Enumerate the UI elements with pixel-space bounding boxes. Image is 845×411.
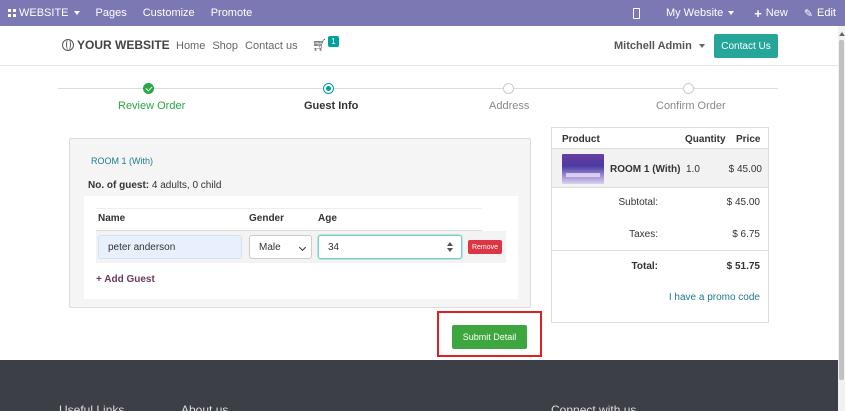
chevron-down-icon <box>73 11 80 15</box>
guest-count-label: No. of guest: <box>88 180 150 191</box>
admin-bar: WEBSITE Pages Customize Promote My Websi… <box>0 0 845 26</box>
step-address: Address <box>489 100 530 112</box>
order-summary: Product Quantity Price ROOM 1 (With) 1.0… <box>551 127 769 323</box>
contact-us-button[interactable]: Contact Us <box>714 34 778 58</box>
summary-product-header: Product <box>562 134 600 145</box>
customize-menu[interactable]: Customize <box>135 0 203 26</box>
guest-age-input[interactable]: 34 <box>318 235 462 259</box>
main-nav: Home Shop Contact us <box>176 40 298 52</box>
chevron-down-icon <box>298 243 307 252</box>
step-confirm-order: Confirm Order <box>656 100 726 112</box>
page-scrollbar[interactable] <box>838 26 845 411</box>
cart-count-badge: 1 <box>328 36 339 47</box>
progress-track <box>58 88 778 89</box>
promo-code-link[interactable]: I have a promo code <box>669 292 760 303</box>
footer-connect-heading: Connect with us <box>551 403 637 411</box>
my-website-menu[interactable]: My Website <box>652 0 742 26</box>
summary-item-divider <box>552 187 768 188</box>
site-header: YOUR WEBSITE Home Shop Contact us 🛒︎ 1 M… <box>0 26 838 66</box>
guest-name-input[interactable]: peter anderson <box>98 235 242 259</box>
submit-detail-button[interactable]: Submit Detail <box>452 325 527 349</box>
subtotal-label: Subtotal: <box>618 197 658 208</box>
summary-item-name: ROOM 1 (With) <box>610 164 681 175</box>
remove-guest-button[interactable]: Remove <box>468 240 502 254</box>
taxes-value: $ 6.75 <box>732 229 760 240</box>
step-guest-info-dot <box>323 83 334 94</box>
summary-item-price: $ 45.00 <box>728 164 762 175</box>
scrollbar-thumb[interactable] <box>839 40 844 380</box>
subtotal-value: $ 45.00 <box>726 197 760 208</box>
footer-about-us-heading: About us <box>181 403 229 411</box>
age-value: 34 <box>328 241 340 253</box>
site-footer: Useful Links About us Connect with us <box>0 360 838 411</box>
website-menu[interactable]: WEBSITE <box>0 0 88 26</box>
summary-quantity-header: Quantity <box>685 134 726 145</box>
chevron-down-icon <box>698 44 705 48</box>
plus-icon: + <box>754 5 762 21</box>
taxes-label: Taxes: <box>629 229 658 240</box>
pencil-icon: ✎ <box>803 7 814 20</box>
room-title: ROOM 1 (With) <box>91 156 153 166</box>
website-menu-label: WEBSITE <box>19 7 69 19</box>
apps-grid-icon <box>8 9 16 17</box>
column-gender-header: Gender <box>249 213 285 224</box>
pages-menu[interactable]: Pages <box>88 0 135 26</box>
nav-home[interactable]: Home <box>176 40 205 52</box>
user-menu[interactable]: Mitchell Admin <box>614 40 705 52</box>
column-age-header: Age <box>318 213 337 224</box>
promote-menu[interactable]: Promote <box>203 0 261 26</box>
step-address-dot <box>503 83 514 94</box>
edit-button[interactable]: ✎ Edit <box>796 0 845 26</box>
edit-label: Edit <box>817 7 836 19</box>
nav-shop[interactable]: Shop <box>212 40 238 52</box>
add-guest-link[interactable]: + Add Guest <box>96 274 155 285</box>
step-review-order[interactable]: Review Order <box>118 100 185 112</box>
step-review-order-check-icon <box>143 83 154 94</box>
mobile-icon <box>632 7 640 19</box>
new-label: New <box>765 7 788 19</box>
spinner-down-icon[interactable] <box>447 248 453 252</box>
summary-item-qty: 1.0 <box>686 164 700 175</box>
guest-gender-select[interactable]: Male <box>249 235 312 259</box>
site-logo[interactable]: YOUR WEBSITE <box>62 38 170 52</box>
total-label: Total: <box>631 261 658 272</box>
step-guest-info: Guest Info <box>304 100 359 112</box>
step-confirm-order-dot <box>683 83 694 94</box>
summary-total-divider <box>552 250 768 251</box>
guest-count-value: 4 adults, 0 child <box>151 180 222 191</box>
nav-contact-us[interactable]: Contact us <box>245 40 298 52</box>
guest-count: No. of guest: 4 adults, 0 child <box>88 180 221 191</box>
chevron-down-icon <box>728 11 735 15</box>
total-value: $ 51.75 <box>726 261 760 272</box>
user-name: Mitchell Admin <box>614 40 692 52</box>
table-top-divider <box>96 208 482 209</box>
logo-text: YOUR WEBSITE <box>77 38 170 52</box>
scroll-up-icon[interactable] <box>839 32 845 36</box>
guest-info-card: ROOM 1 (With) No. of guest: 4 adults, 0 … <box>69 138 531 308</box>
footer-useful-links-heading: Useful Links <box>59 403 125 411</box>
guest-table: Name Gender Age peter anderson Male 34 R… <box>84 196 518 299</box>
spinner-up-icon[interactable] <box>447 242 453 246</box>
my-website-label: My Website <box>665 7 724 19</box>
new-button[interactable]: + New <box>742 0 796 26</box>
globe-icon <box>62 39 74 51</box>
column-name-header: Name <box>98 213 126 224</box>
cart-link[interactable]: 🛒︎ 1 <box>312 36 339 52</box>
gender-value: Male <box>259 241 281 253</box>
room-thumbnail <box>562 154 604 184</box>
shopping-cart-icon: 🛒︎ <box>312 38 328 52</box>
summary-price-header: Price <box>736 134 761 145</box>
mobile-preview-button[interactable] <box>625 0 652 26</box>
